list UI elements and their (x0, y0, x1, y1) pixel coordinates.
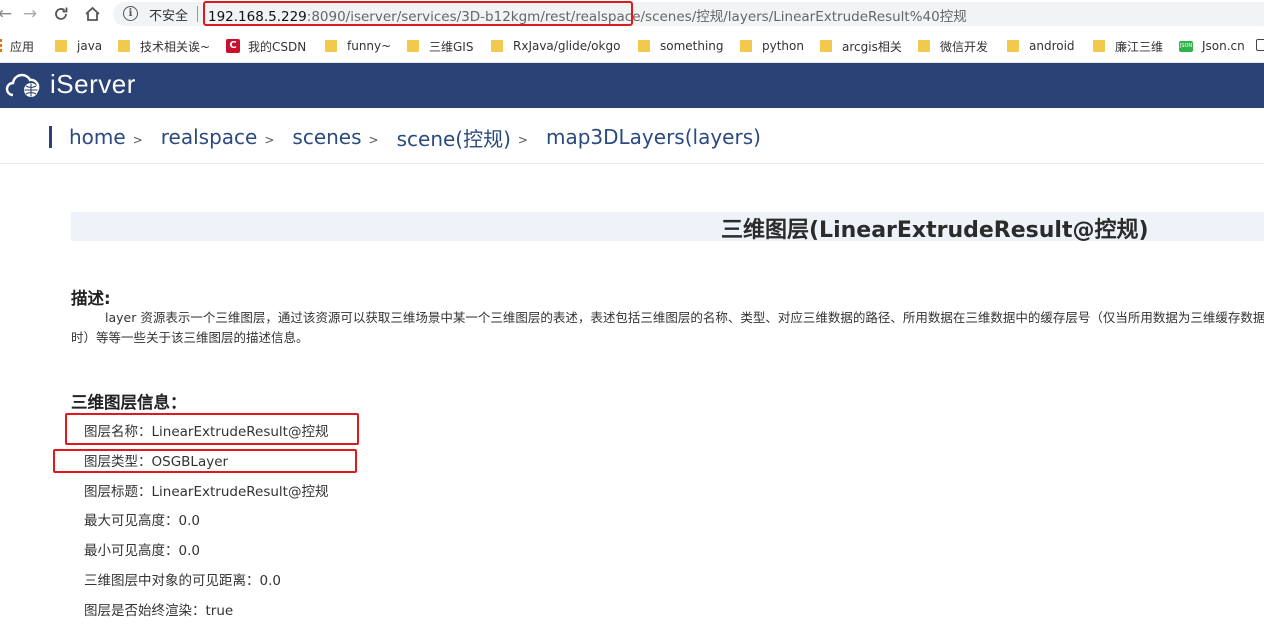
home-icon[interactable] (81, 3, 103, 25)
breadcrumb-scene[interactable]: scene(控规) (397, 123, 511, 152)
folder-icon (638, 40, 650, 52)
csdn-icon: C (226, 39, 240, 53)
bookmark-funny[interactable]: funny~ (325, 37, 391, 55)
bookmark-wechat[interactable]: 微信开发 (918, 37, 988, 55)
iserver-logo[interactable]: iServer (50, 69, 136, 100)
bookmark-label: funny~ (347, 39, 392, 53)
bookmark-something[interactable]: something (638, 37, 724, 55)
folder-icon (407, 40, 419, 52)
bookmark-3dgis[interactable]: 三维GIS (407, 37, 473, 55)
folder-icon (1093, 40, 1105, 52)
breadcrumb-realspace[interactable]: realspace (161, 125, 258, 149)
breadcrumb-scenes[interactable]: scenes (292, 125, 361, 149)
info-row-max-height: 最大可见高度：0.0 (84, 513, 200, 529)
cloud-logo-icon (4, 73, 44, 103)
breadcrumb: home > realspace > scenes > scene(控规) > … (49, 122, 761, 152)
url-highlight-box (203, 1, 633, 26)
folder-icon (740, 40, 752, 52)
bookmark-label: python (762, 39, 804, 53)
folder-icon (118, 40, 130, 52)
bookmark-python[interactable]: python (740, 37, 804, 55)
bookmark-android[interactable]: android (1007, 37, 1075, 55)
layer-type-highlight-box (53, 449, 357, 473)
page-title: 三维图层(LinearExtrudeResult@控规) (721, 218, 1149, 243)
folder-icon (55, 40, 67, 52)
bookmarks-bar: 应用 java 技术相关诶~ C 我的CSDN funny~ 三维GIS RxJa… (0, 29, 1264, 63)
info-row-min-height: 最小可见高度：0.0 (84, 543, 200, 559)
info-icon[interactable]: i (123, 6, 138, 21)
breadcrumb-separator: > (368, 133, 379, 147)
bookmark-label: 技术相关诶~ (140, 39, 211, 54)
folder-icon (820, 40, 832, 52)
folder-icon (491, 40, 503, 52)
description-text: layer 资源表示一个三维图层，通过该资源可以获取三维场景中某一个三维图层的表… (71, 310, 1264, 345)
forward-arrow-icon[interactable]: → (19, 3, 41, 25)
breadcrumb-separator: > (132, 133, 143, 147)
info-heading: 三维图层信息： (71, 393, 187, 412)
bookmark-arcgis[interactable]: arcgis相关 (820, 37, 902, 55)
address-separator (197, 6, 198, 22)
bookmark-csdn[interactable]: C 我的CSDN (226, 37, 306, 55)
app-header: iServer (0, 63, 1264, 108)
layer-name-highlight-box (65, 413, 359, 445)
breadcrumb-separator: > (517, 133, 528, 147)
bookmark-label: 应用 (10, 39, 35, 54)
bookmark-label: android (1029, 39, 1075, 53)
folder-icon (918, 40, 930, 52)
folder-icon (325, 40, 337, 52)
bookmark-label: 三维GIS (429, 39, 474, 54)
description-heading: 描述: (71, 289, 111, 308)
breadcrumb-layers[interactable]: map3DLayers(layers) (546, 125, 761, 149)
security-label[interactable]: 不安全 (149, 5, 188, 24)
json-icon: JSON (1179, 40, 1193, 52)
other-bookmarks-icon[interactable] (1256, 39, 1264, 51)
bookmark-label: something (660, 39, 724, 53)
info-row-layer-caption: 图层标题：LinearExtrudeResult@控规 (84, 484, 329, 500)
bookmark-label: Json.cn (1202, 39, 1245, 53)
bookmark-label: 微信开发 (940, 39, 989, 54)
bookmark-rxjava[interactable]: RxJava/glide/okgo (491, 37, 620, 55)
bookmark-jsoncn[interactable]: JSON Json.cn (1179, 37, 1245, 55)
apps-icon (0, 39, 2, 53)
bookmark-label: 廉江三维 (1115, 39, 1164, 54)
bookmark-tech[interactable]: 技术相关诶~ (118, 37, 210, 55)
bookmark-label: java (77, 39, 103, 53)
breadcrumb-home[interactable]: home (69, 125, 126, 149)
breadcrumb-separator: > (264, 133, 275, 147)
browser-toolbar: ← → i 不安全 192.168.5.229:8090/iserver/ser… (0, 0, 1264, 29)
bookmark-lianjiang[interactable]: 廉江三维 (1093, 37, 1163, 55)
info-row-always-render: 图层是否始终渲染：true (84, 603, 234, 619)
breadcrumb-marker (49, 126, 52, 148)
bookmark-label: 我的CSDN (248, 39, 307, 54)
breadcrumb-divider (0, 163, 1264, 164)
reload-icon[interactable] (50, 3, 72, 25)
bookmark-apps[interactable]: 应用 (0, 37, 34, 55)
back-arrow-icon[interactable]: ← (0, 3, 16, 25)
folder-icon (1007, 40, 1019, 52)
bookmark-label: RxJava/glide/okgo (513, 39, 621, 53)
info-row-visible-distance: 三维图层中对象的可见距离：0.0 (84, 573, 281, 589)
bookmark-java[interactable]: java (55, 37, 102, 55)
bookmark-label: arcgis相关 (842, 39, 902, 54)
